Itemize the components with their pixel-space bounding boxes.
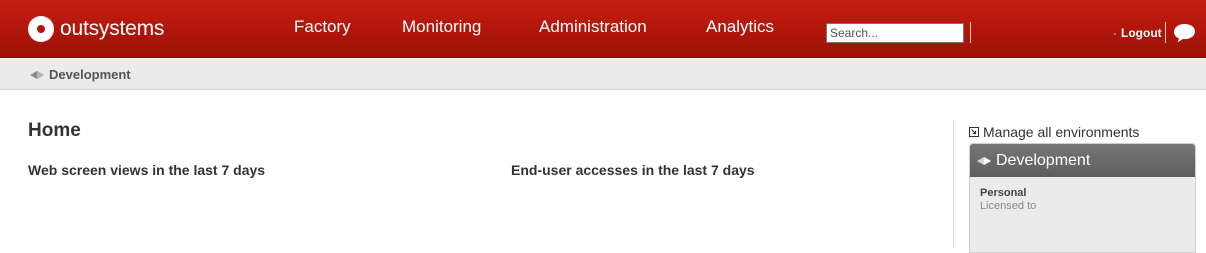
separator	[970, 22, 971, 43]
manage-environments-link[interactable]: Manage all environments	[969, 124, 1139, 140]
breadcrumb-label: Development	[49, 67, 131, 82]
accesses-widget-title: End-user accesses in the last 7 days	[511, 162, 755, 178]
environment-icon	[30, 70, 44, 79]
environment-card: Development Personal Licensed to	[969, 143, 1196, 253]
outsystems-logo[interactable]: outsystems	[28, 14, 164, 44]
logout-link[interactable]: · Logout	[1113, 26, 1162, 40]
outsystems-logo-icon	[28, 16, 54, 42]
search-input[interactable]	[826, 23, 964, 43]
logout-label: Logout	[1121, 26, 1162, 40]
external-link-icon	[969, 127, 979, 137]
environment-card-body: Personal Licensed to	[970, 177, 1195, 222]
breadcrumb-bar: Development	[0, 59, 1206, 90]
nav-factory[interactable]: Factory	[294, 17, 351, 37]
license-type: Personal	[980, 187, 1027, 199]
chat-icon[interactable]	[1172, 22, 1197, 44]
environment-icon	[977, 156, 991, 165]
top-navigation-bar: outsystems Factory Monitoring Administra…	[0, 0, 1206, 58]
nav-analytics[interactable]: Analytics	[706, 17, 774, 37]
nav-administration[interactable]: Administration	[539, 17, 647, 37]
breadcrumb[interactable]: Development	[29, 67, 131, 82]
separator	[1165, 22, 1166, 43]
environment-card-header[interactable]: Development	[970, 144, 1195, 177]
license-owner: Licensed to	[980, 200, 1037, 212]
environment-name: Development	[996, 151, 1091, 169]
bullet-icon: ·	[1113, 26, 1117, 40]
manage-environments-label: Manage all environments	[983, 124, 1140, 140]
page-title: Home	[28, 120, 81, 141]
web-views-widget-title: Web screen views in the last 7 days	[28, 162, 266, 178]
brand-name: outsystems	[60, 17, 165, 40]
nav-monitoring[interactable]: Monitoring	[402, 17, 481, 37]
sidebar-divider	[953, 120, 954, 248]
